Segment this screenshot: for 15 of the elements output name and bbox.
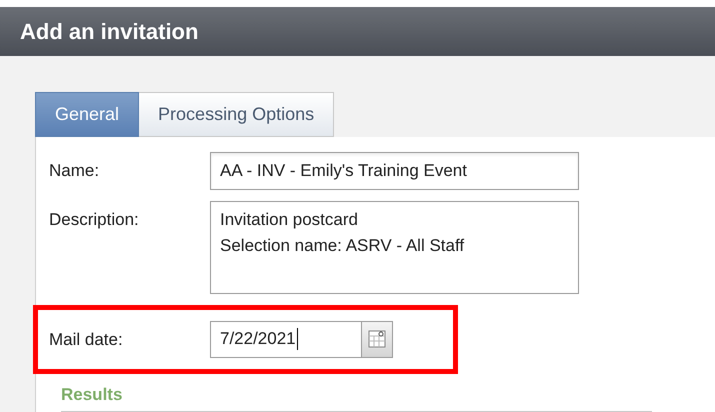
tab[interactable]: Processing Options (139, 92, 334, 136)
date-value: 7/22/2021 (220, 328, 296, 350)
name-field[interactable]: AA - INV - Emily's Training Event (210, 152, 579, 190)
calendar-button[interactable] (362, 320, 393, 358)
section-title: Results (61, 384, 124, 406)
window-title: Add an invitation (20, 18, 198, 46)
field-label: Name: (49, 160, 100, 182)
description-line: Invitation postcard (220, 208, 359, 230)
description-field[interactable]: Invitation postcard Selection name: ASRV - All Staff (210, 200, 579, 294)
text-cursor (296, 328, 298, 350)
field-label: Mail date: (49, 328, 124, 350)
description-line: Selection name: ASRV - All Staff (220, 234, 466, 256)
calendar-icon (368, 330, 386, 348)
field-label: Description: (49, 208, 140, 230)
date-field[interactable]: 7/22/2021 (210, 320, 362, 358)
